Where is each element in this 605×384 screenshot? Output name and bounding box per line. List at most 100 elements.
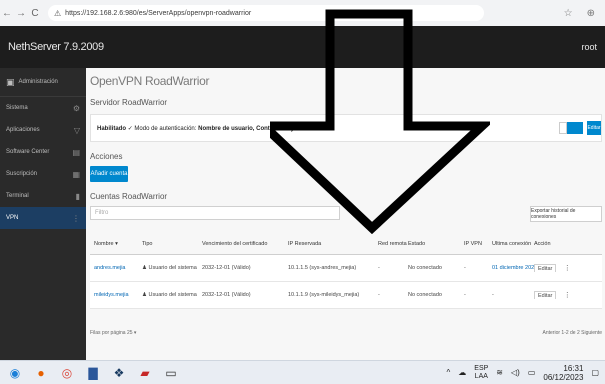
last-connection: 01 diciembre 2022, 17:30 [492, 265, 534, 271]
reload-icon[interactable]: C [28, 8, 42, 19]
app-title[interactable]: NethServer 7.9.2009 [8, 41, 104, 53]
user-menu[interactable]: root [581, 42, 597, 52]
user-icon: ♟ [142, 265, 147, 271]
account-name-link[interactable]: mileidys.mejia [90, 292, 142, 298]
filter-icon: ▽ [73, 125, 80, 135]
terminal-app-icon[interactable]: ▭ [160, 364, 182, 382]
last-connection: - [492, 292, 494, 298]
sidebar-item-vpn[interactable]: VPN ⋮ [0, 207, 86, 229]
clock[interactable]: 16:31 06/12/2023 [543, 364, 583, 382]
actions-label: Acciones [90, 152, 123, 161]
sidebar-item-terminal[interactable]: Terminal ▮ [0, 185, 86, 207]
page-title: OpenVPN RoadWarrior [90, 74, 210, 88]
sidebar-item-sistema[interactable]: Sistema ⚙ [0, 97, 86, 119]
cloud-icon[interactable]: ☁ [458, 368, 466, 377]
sidebar: ▣ Administración Sistema ⚙ Aplicaciones … [0, 68, 86, 360]
column-header[interactable]: Acción [534, 241, 578, 247]
sidebar-item-label: VPN [6, 215, 19, 221]
remote-network: - [378, 265, 380, 271]
kebab-menu-icon[interactable]: ⋮ [564, 292, 571, 299]
account-type: ♟ Usuario del sistema [142, 292, 202, 298]
clock-time: 16:31 [563, 363, 584, 373]
row-edit-button[interactable]: Editar [534, 264, 557, 272]
url-text: https://192.168.2.6:980/es/ServerApps/op… [65, 9, 252, 17]
service-edit-button[interactable]: Editar [587, 121, 601, 135]
column-header[interactable]: Estado [408, 241, 464, 247]
clock-date: 06/12/2023 [543, 372, 584, 382]
reserved-ip: 10.1.1.5 (sys-andres_mejia) [288, 265, 357, 271]
kebab-menu-icon[interactable]: ⋮ [564, 265, 571, 272]
table-row: andres.mejia ♟ Usuario del sistema 2032-… [90, 255, 602, 282]
extensions-icon[interactable]: ⊕ [587, 8, 595, 19]
language-indicator[interactable]: ESP LAA [474, 365, 488, 381]
battery-icon[interactable]: ▭ [528, 368, 536, 377]
sidebar-item-label: Software Center [6, 149, 50, 155]
volume-icon[interactable]: ◁) [511, 368, 520, 377]
auth-mode-prefix: Modo de autenticación: [134, 125, 197, 132]
key-icon: ▦ [72, 169, 80, 179]
sidebar-header[interactable]: ▣ Administración [0, 68, 86, 97]
column-header[interactable]: Red remota [378, 241, 408, 247]
sidebar-item-label: Sistema [6, 105, 28, 111]
wifi-icon[interactable]: ≋ [496, 368, 503, 377]
forward-icon[interactable]: → [14, 8, 28, 19]
column-header[interactable]: Nombre ▾ [90, 241, 142, 247]
firefox-icon[interactable]: ● [30, 364, 52, 382]
column-header[interactable]: Tipo [142, 241, 202, 247]
user-icon: ♟ [142, 292, 147, 298]
service-title: Servidor RoadWarrior [90, 98, 168, 107]
column-header[interactable]: IP VPN [464, 241, 492, 247]
system-tray: ^ ☁ ESP LAA ≋ ◁) ▭ 16:31 06/12/2023 ▢ [447, 364, 605, 382]
word-icon[interactable]: ▇ [82, 364, 104, 382]
sidebar-item-suscripcion[interactable]: Suscripción ▦ [0, 163, 86, 185]
status: No conectado [408, 292, 442, 298]
sidebar-item-label: Aplicaciones [6, 127, 40, 133]
add-account-button[interactable]: Añadir cuenta [90, 166, 128, 182]
cart-icon: ▤ [72, 147, 80, 157]
sidebar-item-label: Terminal [6, 193, 29, 199]
security-icon[interactable]: ⚠ [54, 9, 61, 18]
column-header[interactable]: Vencimiento del certificado [202, 241, 288, 247]
store-icon[interactable]: ▰ [134, 364, 156, 382]
sidebar-item-label: Suscripción [6, 171, 38, 177]
column-header[interactable]: Última conexión [492, 241, 534, 247]
edge-icon[interactable]: ◉ [4, 364, 26, 382]
remote-network: - [378, 292, 380, 298]
account-name-link[interactable]: andres.mejia [90, 265, 142, 271]
page-range[interactable]: Anterior 1-2 de 2 Siguiente [543, 330, 602, 336]
column-header[interactable]: IP Reservada [288, 241, 378, 247]
virtualbox-icon[interactable]: ❖ [108, 364, 130, 382]
lock-icon: ⋮ [72, 213, 80, 223]
gear-icon: ⚙ [72, 103, 80, 113]
accounts-label: Cuentas RoadWarrior [90, 192, 168, 201]
toggle-knob [559, 122, 567, 134]
language-code: ESP [474, 364, 489, 372]
vpn-ip: - [464, 265, 466, 271]
notification-icon[interactable]: ▢ [591, 368, 599, 377]
sidebar-item-software-center[interactable]: Software Center ▤ [0, 141, 86, 163]
service-status: Habilitado [97, 125, 127, 132]
table-header: Nombre ▾ Tipo Vencimiento del certificad… [90, 234, 602, 255]
windows-taskbar: ◉ ● ◎ ▇ ❖ ▰ ▭ ^ ☁ ESP LAA ≋ ◁) ▭ 16:31 0… [0, 360, 605, 384]
reserved-ip: 10.1.1.9 (sys-mileidys_mejia) [288, 292, 360, 298]
pagination: Filas por página 25 ▾ Anterior 1-2 de 2 … [90, 330, 602, 336]
account-type: ♟ Usuario del sistema [142, 265, 202, 271]
dashboard-icon: ▣ [6, 76, 15, 87]
vpn-ip: - [464, 292, 466, 298]
chevron-up-icon[interactable]: ^ [447, 368, 451, 377]
export-history-button[interactable]: Exportar historial de conexiones [530, 206, 602, 222]
account-type-label: Usuario del sistema [148, 265, 197, 271]
account-type-label: Usuario del sistema [148, 292, 197, 298]
favorite-icon[interactable]: ☆ [564, 8, 573, 19]
rows-per-page-select[interactable]: Filas por página 25 ▾ [90, 330, 136, 336]
row-actions: Editar ⋮ [534, 291, 578, 299]
row-edit-button[interactable]: Editar [534, 291, 557, 299]
terminal-icon: ▮ [75, 191, 80, 201]
chrome-icon[interactable]: ◎ [56, 364, 78, 382]
cert-expiry: 2032-12-01 (Válido) [202, 265, 251, 271]
sidebar-item-aplicaciones[interactable]: Aplicaciones ▽ [0, 119, 86, 141]
language-region: LAA [474, 372, 488, 380]
back-icon[interactable]: ← [0, 8, 14, 19]
service-toggle[interactable] [567, 122, 583, 134]
table-row: mileidys.mejia ♟ Usuario del sistema 203… [90, 282, 602, 309]
